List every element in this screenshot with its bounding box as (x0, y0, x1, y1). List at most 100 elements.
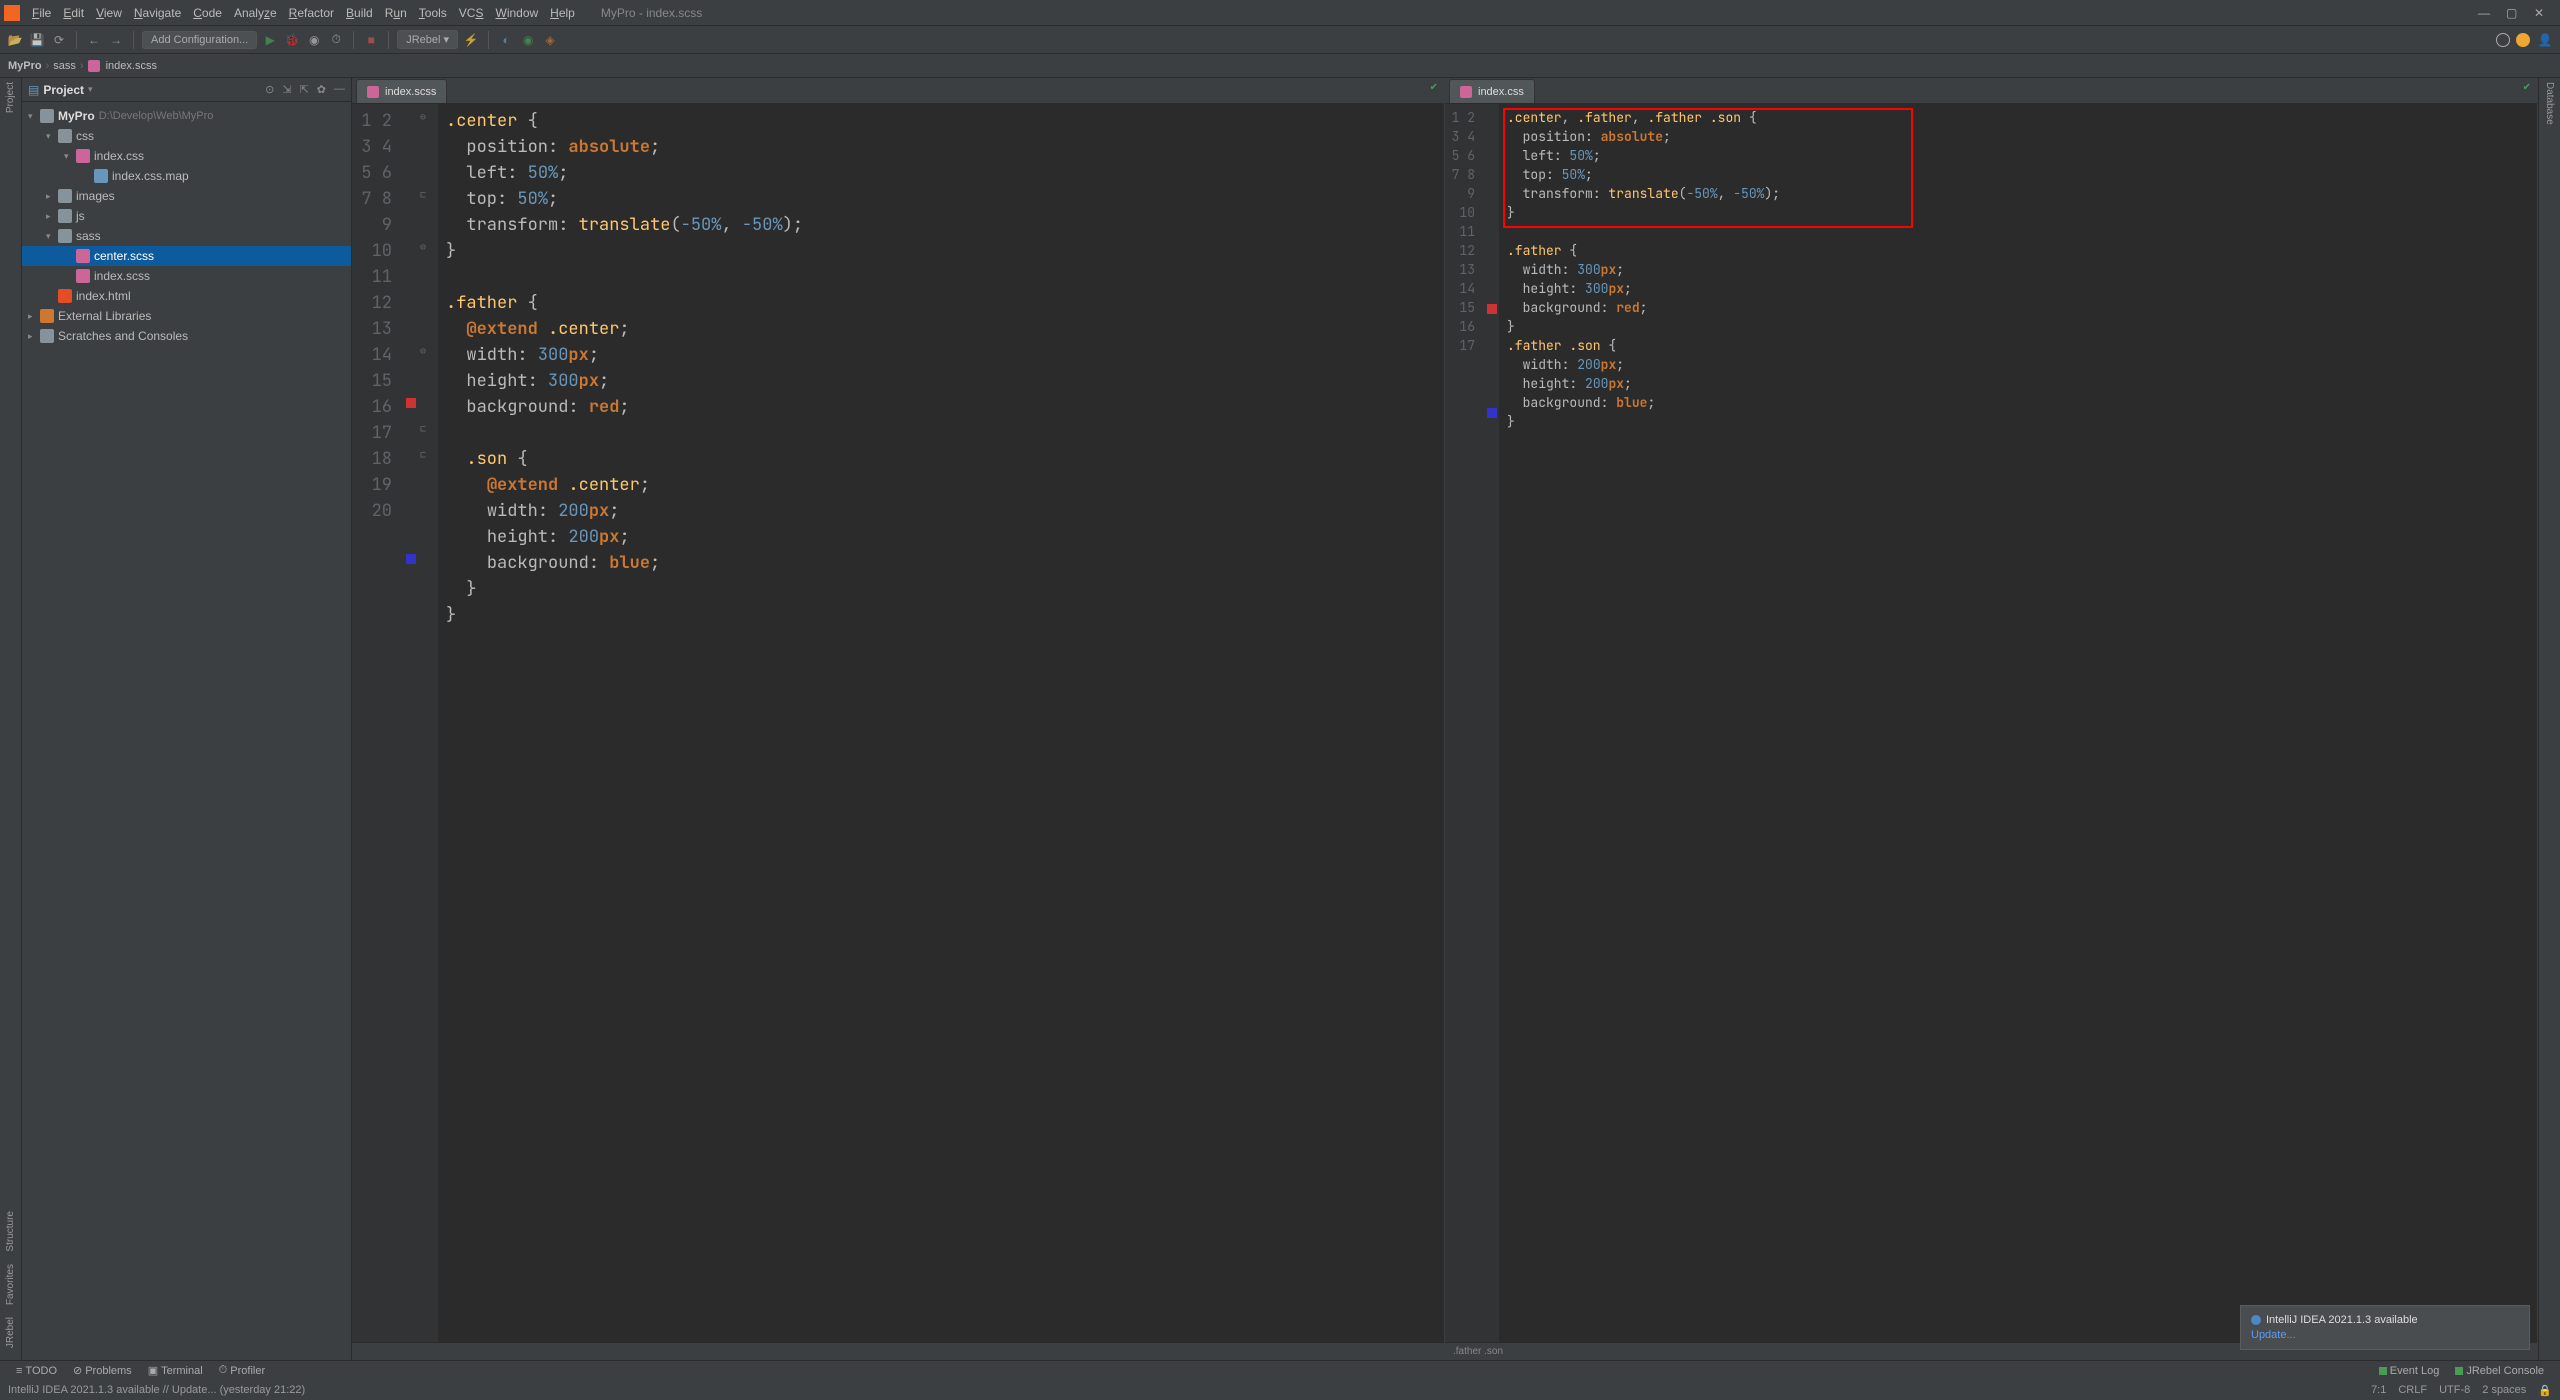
status-bar: IntelliJ IDEA 2021.1.3 available // Upda… (0, 1380, 2560, 1400)
tool-project[interactable]: Project (5, 82, 16, 113)
crumb-project[interactable]: MyPro (8, 60, 42, 72)
menu-edit[interactable]: Edit (57, 6, 90, 20)
ide-update-icon[interactable] (2516, 33, 2530, 47)
color-marker-blue[interactable] (406, 554, 416, 564)
line-sep[interactable]: CRLF (2398, 1384, 2427, 1397)
left-markers (402, 104, 420, 1342)
tree-index-css-map[interactable]: index.css.map (22, 166, 351, 186)
run-config-dropdown[interactable]: Add Configuration... (142, 31, 257, 49)
run-icon[interactable]: ▶ (261, 31, 279, 49)
tool-window-bar: ≡ TODO ⊘ Problems ▣ Terminal ⏱ Profiler … (0, 1360, 2560, 1380)
update-link[interactable]: Update... (2251, 1329, 2519, 1341)
project-dropdown-icon[interactable]: ▾ (88, 84, 93, 95)
indent[interactable]: 2 spaces (2482, 1384, 2526, 1397)
color-marker-red[interactable] (406, 398, 416, 408)
tool-event-log[interactable]: Event Log (2371, 1365, 2448, 1377)
left-code-area[interactable]: 1 2 3 4 5 6 7 8 9 10 11 12 13 14 15 16 1… (352, 104, 1444, 1342)
crumb-folder[interactable]: sass (53, 60, 76, 72)
project-tree[interactable]: ▾ MyProD:\Develop\Web\MyPro ▾css ▾index.… (22, 102, 351, 350)
nav-breadcrumb: MyPro › sass › index.scss (0, 54, 2560, 78)
update-notification[interactable]: IntelliJ IDEA 2021.1.3 available Update.… (2240, 1305, 2530, 1350)
left-line-numbers: 1 2 3 4 5 6 7 8 9 10 11 12 13 14 15 16 1… (352, 104, 402, 1342)
tool-icon-2[interactable]: ◉ (519, 31, 537, 49)
right-code[interactable]: .center, .father, .father .son { positio… (1499, 104, 2537, 1342)
tool-terminal[interactable]: ▣ Terminal (140, 1364, 211, 1377)
tree-index-css[interactable]: ▾index.css (22, 146, 351, 166)
settings-icon[interactable]: ✿ (317, 83, 326, 96)
tree-index-scss[interactable]: index.scss (22, 266, 351, 286)
encoding[interactable]: UTF-8 (2439, 1384, 2470, 1397)
menu-code[interactable]: Code (187, 6, 228, 20)
jrebel-run-icon[interactable]: ⚡ (462, 31, 480, 49)
status-lock-icon[interactable]: 🔒 (2538, 1384, 2552, 1397)
tab-index-scss[interactable]: index.scss (356, 79, 447, 103)
tool-icon-1[interactable]: ◐ (497, 31, 515, 49)
menu-file[interactable]: File (26, 6, 57, 20)
left-fold-col[interactable]: ⊖ ⊏ ⊖ ⊖ ⊏ ⊏ (420, 104, 438, 1342)
profile-icon[interactable]: ⏱ (327, 31, 345, 49)
tree-css[interactable]: ▾css (22, 126, 351, 146)
tool-jrebel-console[interactable]: JRebel Console (2447, 1365, 2552, 1377)
menu-window[interactable]: Window (489, 6, 544, 20)
color-marker-blue-2[interactable] (1487, 408, 1497, 418)
tool-icon-3[interactable]: ◈ (541, 31, 559, 49)
menu-run[interactable]: Run (379, 6, 413, 20)
tree-js[interactable]: ▸js (22, 206, 351, 226)
menu-vcs[interactable]: VCS (453, 6, 490, 20)
inspection-ok-icon-2[interactable]: ✔ (2523, 82, 2531, 93)
tree-images[interactable]: ▸images (22, 186, 351, 206)
save-icon[interactable]: 💾 (28, 31, 46, 49)
jrebel-dropdown[interactable]: JRebel ▾ (397, 30, 458, 49)
tree-index-html[interactable]: index.html (22, 286, 351, 306)
app-logo-icon (4, 5, 20, 21)
tab-index-css[interactable]: index.css (1449, 79, 1535, 103)
menu-help[interactable]: Help (544, 6, 581, 20)
title-bar: File Edit View Navigate Code Analyze Ref… (0, 0, 2560, 26)
locate-icon[interactable]: ⊙ (265, 83, 274, 96)
menu-build[interactable]: Build (340, 6, 379, 20)
user-icon[interactable]: 👤 (2536, 31, 2554, 49)
tool-jrebel[interactable]: JRebel (5, 1317, 16, 1348)
inspection-ok-icon[interactable]: ✔ (1430, 82, 1438, 93)
menu-tools[interactable]: Tools (413, 6, 453, 20)
right-editor-pane: index.css ✔ 1 2 3 4 5 6 7 8 9 10 11 12 1… (1445, 78, 2538, 1360)
left-code[interactable]: .center { position: absolute; left: 50%;… (438, 104, 1444, 1342)
forward-icon[interactable]: → (107, 31, 125, 49)
project-label[interactable]: Project (43, 83, 84, 97)
search-icon[interactable] (2496, 33, 2510, 47)
tool-database[interactable]: Database (2544, 82, 2555, 125)
open-icon[interactable]: 📂 (6, 31, 24, 49)
tree-scratches[interactable]: ▸Scratches and Consoles (22, 326, 351, 346)
expand-icon[interactable]: ⇲ (282, 83, 291, 96)
refresh-icon[interactable]: ⟳ (50, 31, 68, 49)
close-icon[interactable]: ✕ (2534, 6, 2548, 20)
stop-icon[interactable]: ■ (362, 31, 380, 49)
coverage-icon[interactable]: ◉ (305, 31, 323, 49)
tree-sass[interactable]: ▾sass (22, 226, 351, 246)
minimize-icon[interactable]: — (2478, 6, 2492, 20)
tree-root[interactable]: ▾ MyProD:\Develop\Web\MyPro (22, 106, 351, 126)
tree-center-scss[interactable]: center.scss (22, 246, 351, 266)
caret-pos[interactable]: 7:1 (2371, 1384, 2386, 1397)
tree-ext-libs[interactable]: ▸External Libraries (22, 306, 351, 326)
menu-view[interactable]: View (90, 6, 128, 20)
crumb-file[interactable]: index.scss (106, 60, 157, 72)
tool-todo[interactable]: ≡ TODO (8, 1365, 65, 1377)
scss-icon (88, 60, 100, 72)
color-marker-red-2[interactable] (1487, 304, 1497, 314)
debug-icon[interactable]: 🐞 (283, 31, 301, 49)
menu-refactor[interactable]: Refactor (283, 6, 340, 20)
tool-favorites[interactable]: Favorites (5, 1264, 16, 1305)
collapse-icon[interactable]: ⇱ (300, 83, 309, 96)
right-line-numbers: 1 2 3 4 5 6 7 8 9 10 11 12 13 14 15 16 1… (1445, 104, 1485, 1342)
tool-structure[interactable]: Structure (5, 1211, 16, 1252)
tool-problems[interactable]: ⊘ Problems (65, 1364, 140, 1377)
hide-icon[interactable]: — (334, 83, 345, 96)
menu-analyze[interactable]: Analyze (228, 6, 283, 20)
menu-navigate[interactable]: Navigate (128, 6, 187, 20)
status-msg[interactable]: IntelliJ IDEA 2021.1.3 available // Upda… (8, 1384, 305, 1396)
maximize-icon[interactable]: ▢ (2506, 6, 2520, 20)
right-code-area[interactable]: 1 2 3 4 5 6 7 8 9 10 11 12 13 14 15 16 1… (1445, 104, 2537, 1342)
tool-profiler[interactable]: ⏱ Profiler (211, 1364, 273, 1377)
back-icon[interactable]: ← (85, 31, 103, 49)
